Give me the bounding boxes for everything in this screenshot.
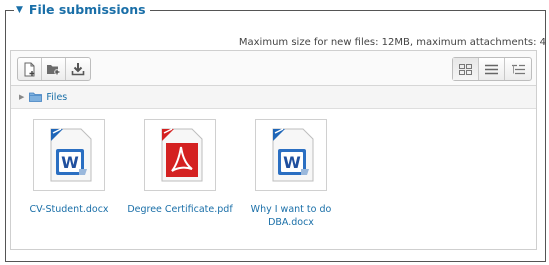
file-thumbnail[interactable] (144, 119, 216, 191)
file-list: W CV-Student.docx Degree Certificate.pdf (11, 109, 536, 247)
view-tree-button[interactable] (505, 58, 531, 80)
fieldset-legend[interactable]: ▼ File submissions (14, 2, 150, 18)
file-thumbnail[interactable]: W (255, 119, 327, 191)
file-actions-group (17, 57, 91, 81)
svg-text:W: W (283, 153, 301, 172)
add-file-button[interactable] (18, 58, 42, 80)
file-manager: ▶ Files W CV-Student.docx Degree Certifi… (10, 50, 537, 250)
file-name[interactable]: Degree Certificate.pdf (125, 203, 235, 216)
folder-icon (29, 92, 43, 102)
download-button[interactable] (66, 58, 90, 80)
create-folder-button[interactable] (42, 58, 66, 80)
download-icon (71, 63, 85, 76)
file-manager-toolbar (11, 51, 536, 86)
file-item-degree-certificate[interactable]: Degree Certificate.pdf (125, 119, 235, 216)
breadcrumb-files-link[interactable]: Files (46, 92, 67, 103)
file-thumbnail[interactable]: W (33, 119, 105, 191)
word-document-icon: W (272, 128, 314, 182)
view-details-icon (485, 64, 498, 74)
view-icons-button[interactable] (453, 58, 479, 80)
max-size-info: Maximum size for new files: 12MB, maximu… (238, 37, 546, 48)
file-item-why-i-want-to-do-dba[interactable]: W Why I want to do DBA.docx (236, 119, 346, 229)
file-name[interactable]: CV-Student.docx (14, 203, 124, 216)
view-icons-icon (459, 63, 472, 75)
svg-text:W: W (61, 153, 79, 172)
breadcrumb: ▶ Files (11, 86, 536, 109)
create-folder-icon (47, 65, 60, 75)
view-mode-group (452, 57, 532, 81)
add-file-icon (24, 62, 34, 76)
pdf-document-icon (161, 128, 203, 182)
file-name[interactable]: Why I want to do DBA.docx (236, 203, 346, 229)
view-details-button[interactable] (479, 58, 505, 80)
collapse-triangle-icon[interactable]: ▼ (16, 2, 23, 18)
view-tree-icon (511, 64, 525, 74)
expand-arrow-icon[interactable]: ▶ (19, 93, 24, 101)
fieldset-title: File submissions (28, 2, 146, 17)
word-document-icon: W (50, 128, 92, 182)
file-item-cv-student[interactable]: W CV-Student.docx (14, 119, 124, 216)
